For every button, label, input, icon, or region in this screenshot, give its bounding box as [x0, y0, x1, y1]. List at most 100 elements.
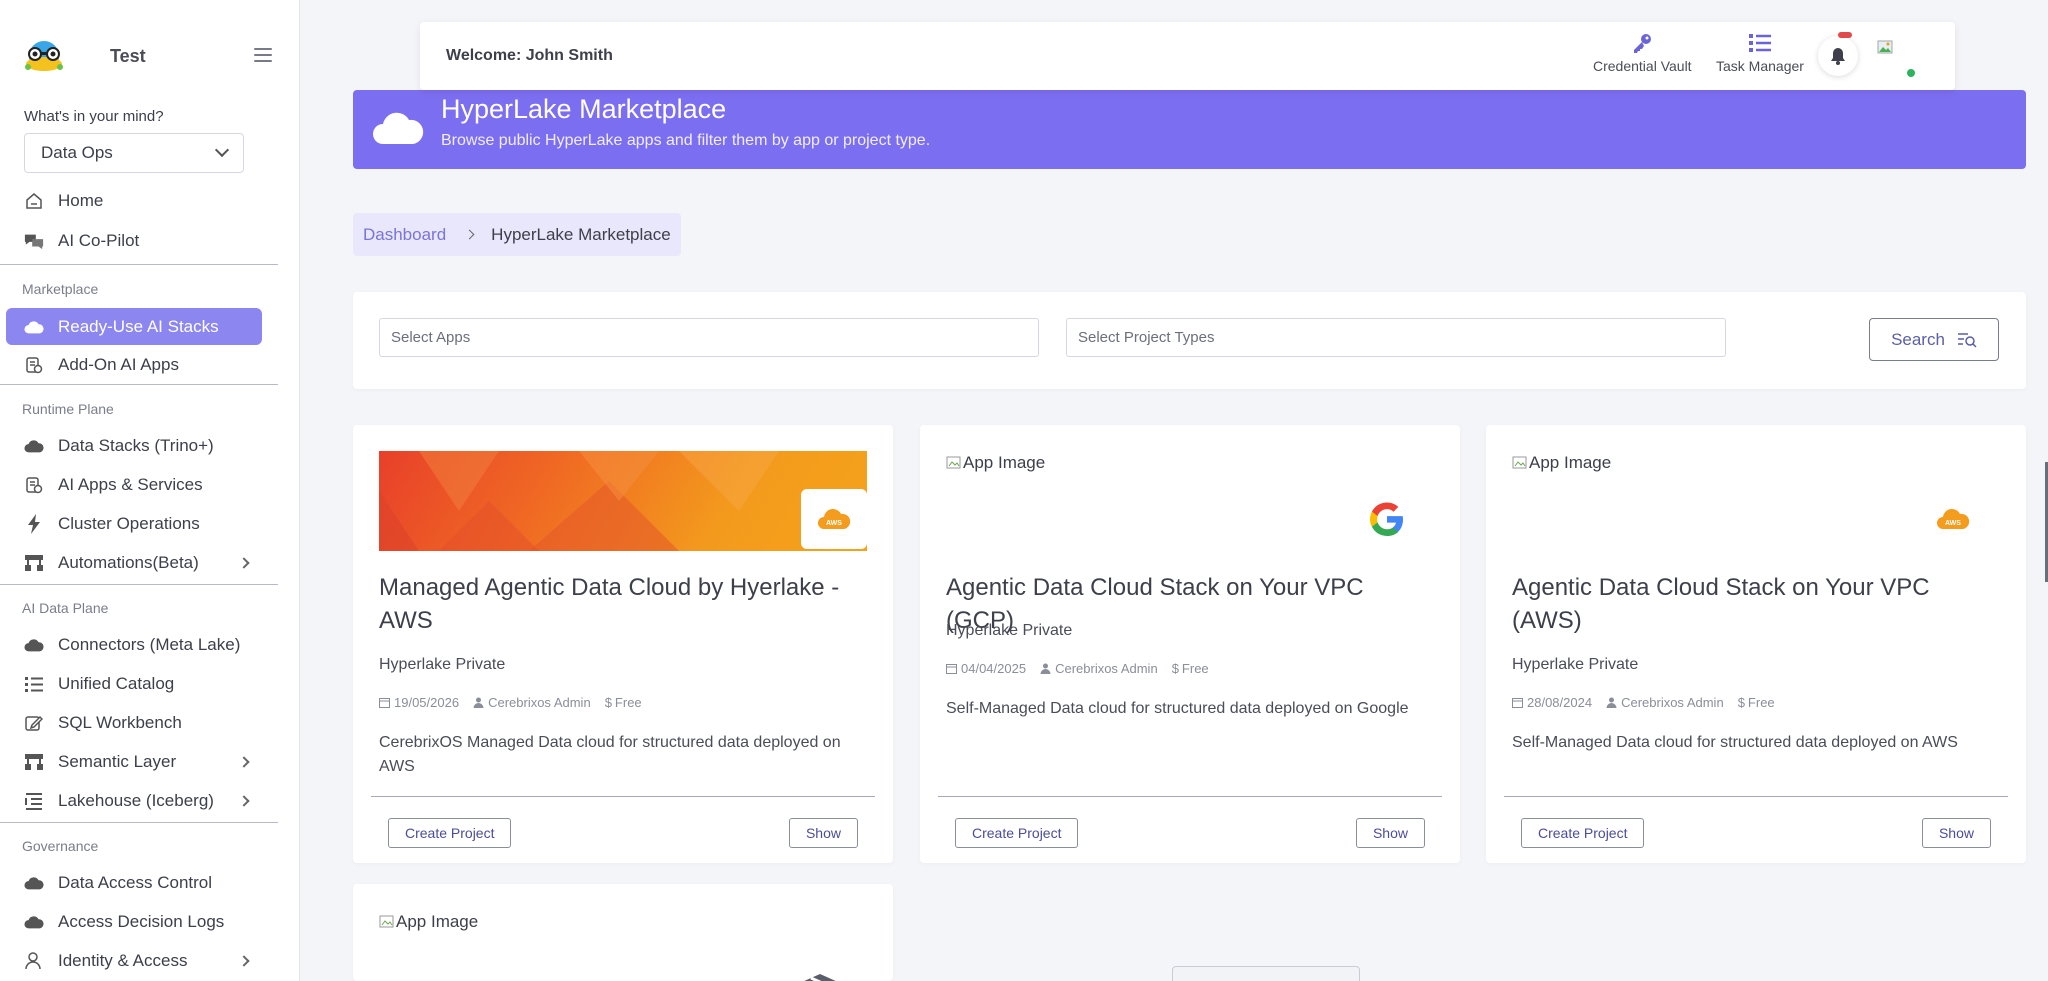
card-date: 04/04/2025	[961, 661, 1027, 676]
divider	[0, 584, 278, 585]
dollar-icon: $	[604, 695, 612, 710]
key-icon	[1631, 32, 1653, 54]
app-image-alt: App Image	[1529, 453, 1612, 472]
show-button[interactable]: Show	[1921, 818, 1991, 848]
task-manager-button[interactable]: Task Manager	[1716, 32, 1804, 74]
notifications-button[interactable]	[1818, 36, 1858, 76]
online-status-indicator	[1907, 69, 1915, 77]
show-button[interactable]: Show	[1355, 818, 1425, 848]
card-title: Managed Agentic Data Cloud by Hyerlake -…	[379, 574, 840, 634]
sidebar-item-label: Automations(Beta)	[58, 553, 199, 572]
broken-image-icon	[1512, 456, 1527, 469]
filter-bar: Search	[353, 292, 2026, 389]
app-image: App Image	[1512, 453, 1611, 473]
sidebar-item-label: Ready-Use AI Stacks	[58, 316, 219, 336]
sidebar-item-lakehouse[interactable]: Lakehouse (Iceberg)	[6, 783, 262, 819]
broken-image-icon	[379, 915, 394, 928]
sidebar-item-automations[interactable]: Automations(Beta)	[6, 545, 262, 581]
user-icon	[24, 951, 44, 971]
cloud-icon	[24, 317, 44, 337]
sidebar-item-access-decision-logs[interactable]: Access Decision Logs	[6, 904, 262, 940]
sidebar-item-data-stacks[interactable]: Data Stacks (Trino+)	[6, 428, 262, 464]
google-icon	[1370, 502, 1403, 536]
sidebar-item-sql-workbench[interactable]: SQL Workbench	[6, 705, 262, 741]
card-meta: 28/08/2024 Cerebrixos Admin $ Free	[1512, 695, 1789, 710]
google-provider-badge	[1354, 489, 1420, 549]
select-project-types-input[interactable]	[1066, 318, 1726, 357]
mind-label: What's in your mind?	[24, 108, 164, 125]
floating-scroll-handle[interactable]	[1172, 966, 1360, 981]
app-image	[379, 451, 867, 551]
card-subtitle: Hyperlake Private	[379, 656, 506, 673]
cloud-icon	[24, 635, 44, 655]
create-project-button[interactable]: Create Project	[955, 818, 1079, 848]
home-icon	[24, 191, 44, 211]
page-banner: HyperLake Marketplace Browse public Hype…	[353, 90, 2026, 169]
section-label-marketplace: Marketplace	[22, 281, 99, 297]
card-subtitle: Hyperlake Private	[1512, 656, 1639, 673]
app-card: App Image Agentic Data Cloud Stack on Yo…	[920, 425, 1460, 863]
list-check-icon	[24, 791, 44, 811]
card-divider	[1504, 796, 2008, 797]
divider	[0, 264, 278, 265]
mind-select-value: Data Ops	[41, 143, 113, 162]
chat-icon	[24, 231, 44, 251]
sidebar-item-home[interactable]: Home	[6, 183, 262, 219]
sidebar-item-label: AI Co-Pilot	[58, 231, 140, 250]
dollar-icon: $	[1737, 695, 1745, 710]
search-button[interactable]: Search	[1869, 318, 1999, 361]
sidebar-item-data-access-control[interactable]: Data Access Control	[6, 865, 262, 901]
section-label-ai-data-plane: AI Data Plane	[22, 600, 109, 616]
sidebar-item-label: Unified Catalog	[58, 674, 175, 693]
sidebar-item-unified-catalog[interactable]: Unified Catalog	[6, 666, 262, 702]
calendar-icon	[379, 698, 390, 708]
sitemap-icon	[24, 553, 44, 573]
user-icon	[1606, 697, 1617, 708]
sidebar-item-label: SQL Workbench	[58, 713, 182, 732]
sidebar-item-ai-copilot[interactable]: AI Co-Pilot	[6, 223, 262, 259]
sidebar-item-label: Data Access Control	[58, 873, 213, 892]
page-subtitle: Browse public HyperLake apps and filter …	[441, 132, 931, 149]
svg-text:AWS: AWS	[1945, 520, 1961, 527]
card-meta: 19/05/2026 Cerebrixos Admin $ Free	[379, 695, 656, 710]
aws-cloud-icon: AWS	[818, 509, 851, 529]
sidebar-item-add-on-ai-apps[interactable]: Add-On AI Apps	[6, 347, 262, 383]
select-apps-input[interactable]	[379, 318, 1039, 357]
card-author: Cerebrixos Admin	[1621, 695, 1724, 710]
welcome-text: Welcome: John Smith	[446, 47, 613, 64]
task-manager-label: Task Manager	[1716, 58, 1804, 74]
show-button[interactable]: Show	[788, 818, 858, 848]
credential-vault-label: Credential Vault	[1593, 58, 1692, 74]
app-card: AWS Managed Agentic Data Cloud by Hyerla…	[353, 425, 893, 863]
card-divider	[938, 796, 1442, 797]
search-filter-icon	[1957, 332, 1977, 348]
sidebar-item-label: Add-On AI Apps	[58, 355, 179, 374]
create-project-button[interactable]: Create Project	[388, 818, 512, 848]
brand[interactable]: Test	[20, 36, 146, 76]
avatar[interactable]	[1875, 38, 1899, 62]
app-card: App Image	[353, 884, 893, 981]
calendar-icon	[1512, 698, 1523, 708]
chevron-right-icon	[464, 229, 475, 240]
aws-provider-badge: AWS	[1920, 489, 1986, 549]
breadcrumb-current: HyperLake Marketplace	[491, 224, 671, 244]
app-image: App Image	[946, 453, 1045, 473]
sidebar-item-ready-use-ai-stacks[interactable]: Ready-Use AI Stacks	[6, 308, 262, 345]
breadcrumb-dashboard-link[interactable]: Dashboard	[363, 225, 446, 245]
sidebar-item-semantic-layer[interactable]: Semantic Layer	[6, 744, 262, 780]
menu-toggle-icon[interactable]	[254, 48, 272, 62]
section-label-governance: Governance	[22, 838, 99, 854]
app-image-alt: App Image	[963, 453, 1046, 472]
cloud-icon	[24, 873, 44, 893]
create-project-button[interactable]: Create Project	[1521, 818, 1645, 848]
sidebar-item-ai-apps-services[interactable]: AI Apps & Services	[6, 467, 262, 503]
credential-vault-button[interactable]: Credential Vault	[1593, 32, 1692, 74]
sidebar-item-identity-access[interactable]: Identity & Access	[6, 943, 262, 979]
list-icon	[24, 674, 44, 694]
sidebar-item-cluster-operations[interactable]: Cluster Operations	[6, 506, 262, 542]
sidebar-item-connectors[interactable]: Connectors (Meta Lake)	[6, 627, 262, 663]
calendar-icon	[946, 664, 957, 674]
app-logo-icon	[25, 41, 63, 71]
mind-select[interactable]: Data Ops	[24, 133, 244, 173]
sidebar-item-label: Cluster Operations	[58, 514, 200, 533]
